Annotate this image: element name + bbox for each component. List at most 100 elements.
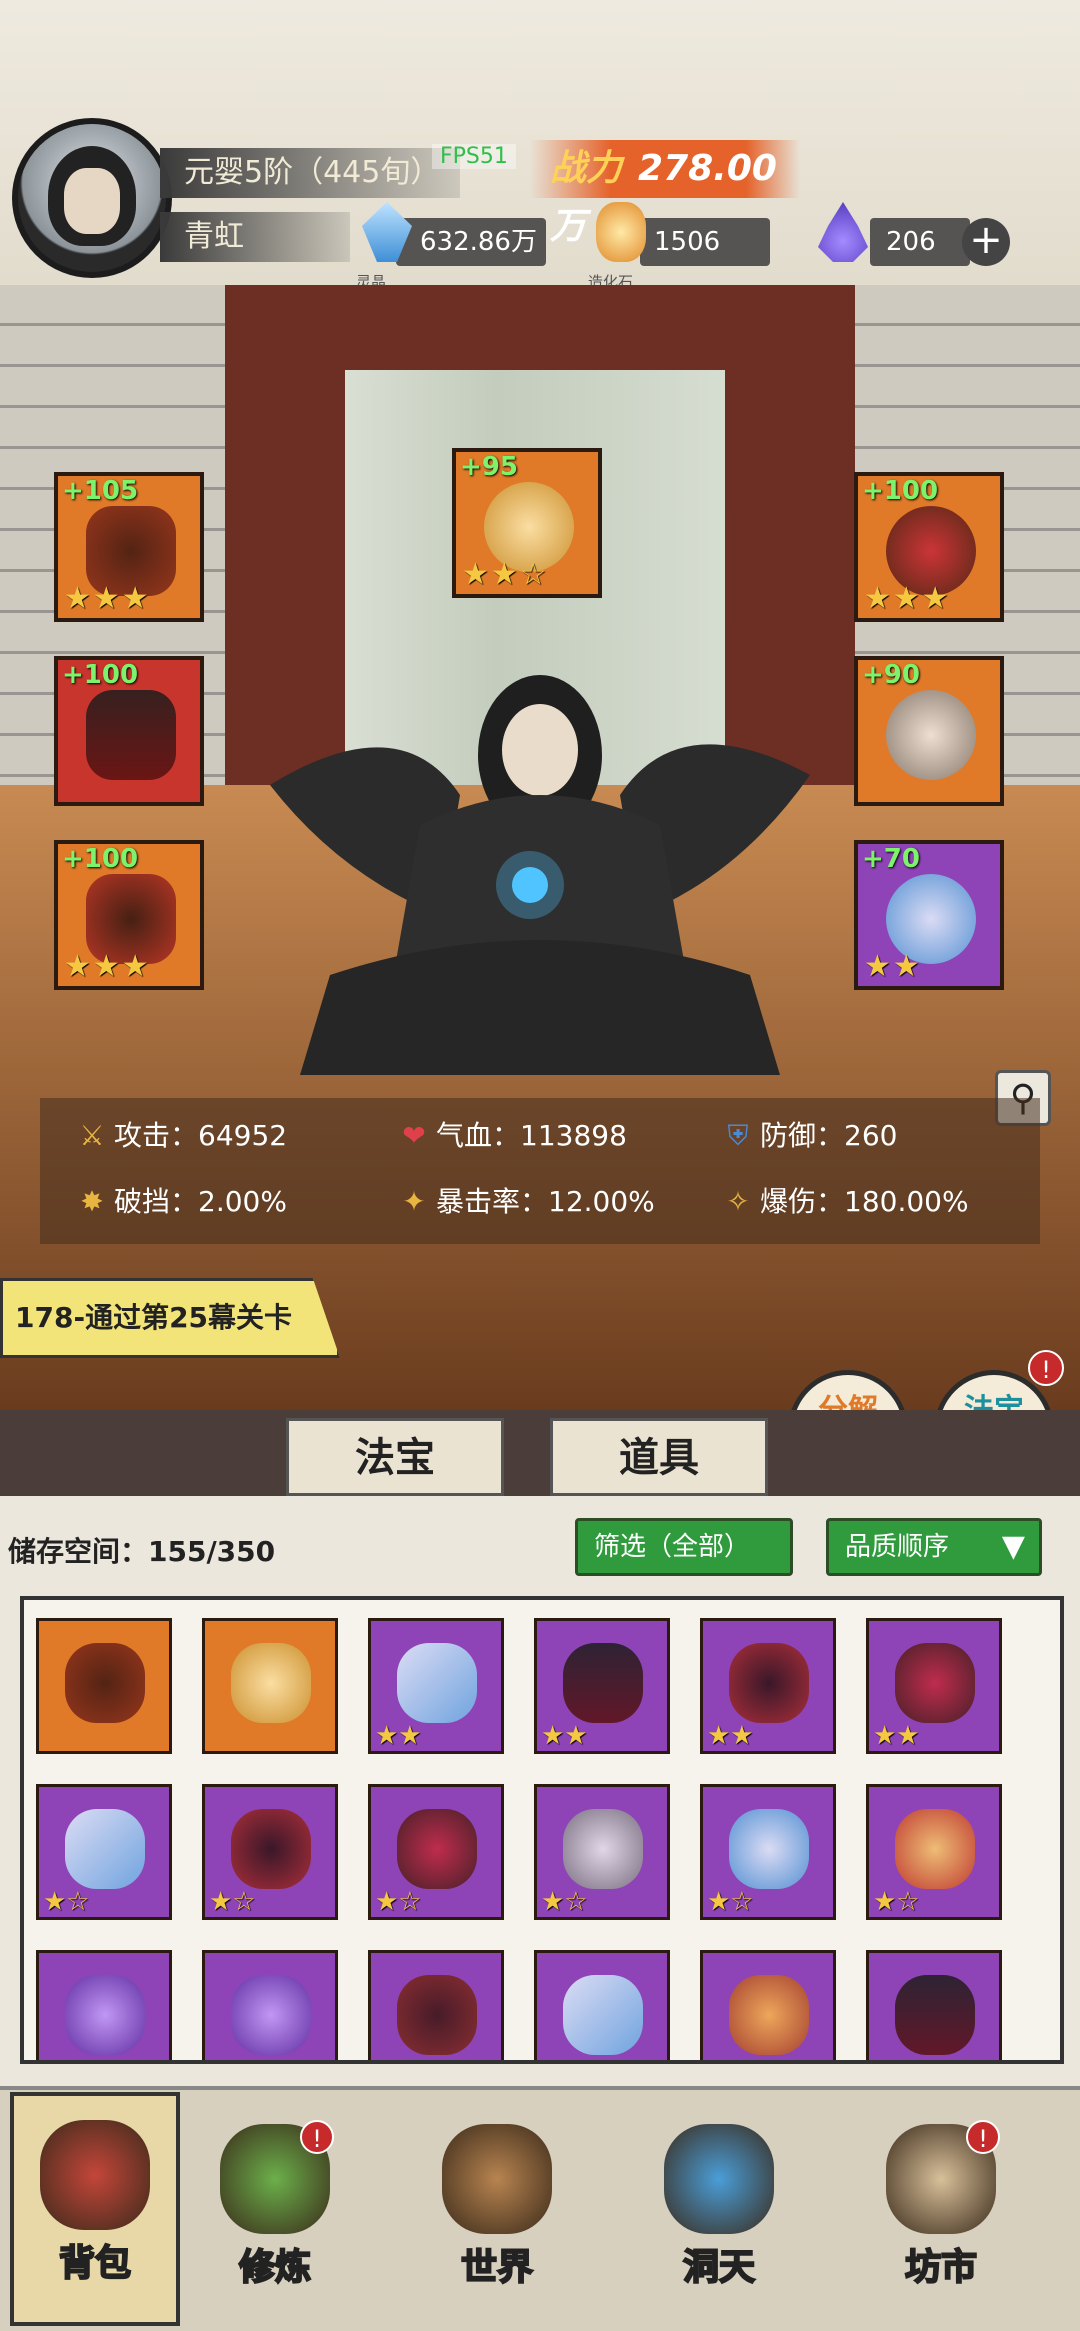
star-rating: ★★★ — [64, 949, 151, 984]
character-figure — [270, 675, 810, 1075]
inventory-item[interactable]: ★☆ — [700, 1784, 836, 1920]
stat-defense: ⛨ 防御：260 — [720, 1116, 897, 1156]
equip-slot-treasure[interactable]: +95 ★★☆ — [452, 448, 602, 598]
inventory-item[interactable]: ★★ — [700, 1618, 836, 1754]
stat-break: ✸ 破挡：2.00% — [74, 1182, 287, 1222]
inventory-item[interactable]: ★☆ — [202, 1784, 338, 1920]
enhance-level: +90 — [862, 660, 920, 690]
inventory-item[interactable]: ★★ — [866, 1618, 1002, 1754]
inventory-item[interactable] — [202, 1618, 338, 1754]
sword-icon: ⚔ — [79, 1119, 105, 1152]
nav-label: 世界 — [460, 2246, 534, 2289]
star-rating: ★★☆ — [462, 557, 549, 592]
enhance-level: +100 — [62, 660, 139, 690]
nav-label: 洞天 — [682, 2246, 756, 2289]
sort-dropdown[interactable]: 品质顺序 ▼ — [826, 1518, 1042, 1576]
tab-items[interactable]: 道具 — [550, 1418, 768, 1496]
resource-spirit-value: 206 — [886, 227, 936, 257]
storage-capacity: 储存空间：155/350 — [8, 1535, 276, 1568]
inventory-item[interactable]: ★☆ — [368, 1784, 504, 1920]
resource-crystal[interactable]: 灵晶 632.86万 — [356, 202, 546, 291]
jade-pendant-icon — [886, 690, 976, 780]
jade-pendant-icon — [563, 1809, 643, 1889]
inventory-item[interactable]: ★☆ — [866, 1784, 1002, 1920]
notification-badge: ! — [300, 2120, 334, 2154]
filter-dropdown[interactable]: 筛选（全部） — [575, 1518, 793, 1576]
inventory-item[interactable] — [36, 1618, 172, 1754]
enhance-level: +70 — [862, 844, 920, 874]
ice-ring-icon — [729, 1809, 809, 1889]
equip-slot-armor[interactable]: +100 — [54, 656, 204, 806]
resource-stone[interactable]: 造化石 1506 — [588, 202, 770, 291]
crit-damage-icon: ✧ — [726, 1185, 750, 1218]
claw-weapon-icon — [397, 1975, 477, 2055]
robe-armor-icon — [86, 690, 176, 780]
equip-slot-bracelet[interactable]: +70 ★★ — [854, 840, 1004, 990]
equip-slot-weapon[interactable]: +105 ★★★ — [54, 472, 204, 622]
scroll-map-icon — [442, 2124, 552, 2234]
inventory-grid[interactable]: ★★ ★★ ★★ ★★ ★☆ ★☆ ★☆ ★☆ ★☆ ★☆ — [20, 1596, 1064, 2064]
break-icon: ✸ — [80, 1185, 104, 1218]
inventory-item[interactable] — [534, 1950, 670, 2060]
shield-icon: ⛨ — [727, 1119, 749, 1152]
sword-icon — [65, 1809, 145, 1889]
nav-label: 坊市 — [904, 2246, 978, 2289]
nav-item-0[interactable]: 背包 — [10, 2092, 180, 2326]
inventory-item[interactable] — [866, 1950, 1002, 2060]
portal-icon — [664, 2124, 774, 2234]
inventory-item[interactable] — [368, 1950, 504, 2060]
inventory-item[interactable]: ★★ — [368, 1618, 504, 1754]
stat-hp: ❤ 气血：113898 — [396, 1116, 627, 1156]
combat-power-label: 战力 — [550, 148, 623, 189]
crown-ring-icon — [895, 1643, 975, 1723]
player-avatar[interactable] — [12, 118, 172, 278]
nav-item-2[interactable]: 世界 — [412, 2100, 582, 2300]
notification-badge: ! — [966, 2120, 1000, 2154]
star-rating: ★★★ — [64, 581, 151, 616]
star-rating: ★★ — [541, 1721, 588, 1751]
claw-weapon-icon — [65, 1643, 145, 1723]
boots-icon — [729, 1643, 809, 1723]
star-rating: ★☆ — [707, 1887, 754, 1917]
star-rating: ★☆ — [209, 1887, 256, 1917]
inventory-item[interactable]: ★☆ — [534, 1784, 670, 1920]
bag-icon — [40, 2120, 150, 2230]
enhance-level: +105 — [62, 476, 139, 506]
axe-icon — [729, 1975, 809, 2055]
realm-label: 元婴5阶（445旬） — [160, 148, 460, 198]
player-name: 青虹 — [160, 212, 350, 262]
stats-panel: ⚔ 攻击：64952 ❤ 气血：113898 ⛨ 防御：260 ✸ 破挡：2.00% ✦… — [40, 1098, 1040, 1244]
equip-slot-boots[interactable]: +100 ★★★ — [54, 840, 204, 990]
star-rating: ★☆ — [541, 1887, 588, 1917]
stat-crit-damage: ✧ 爆伤：180.00% — [720, 1182, 968, 1222]
inventory-item[interactable]: ★★ — [534, 1618, 670, 1754]
robe-armor-icon — [895, 1975, 975, 2055]
star-rating: ★☆ — [375, 1887, 422, 1917]
add-resource-button[interactable]: + — [962, 218, 1010, 266]
fire-ring-icon — [895, 1809, 975, 1889]
orb-icon — [65, 1975, 145, 2055]
star-rating: ★★ — [375, 1721, 422, 1751]
equip-slot-pendant[interactable]: +90 — [854, 656, 1004, 806]
enhance-level: +95 — [460, 452, 518, 482]
sword-icon — [397, 1643, 477, 1723]
inventory-item[interactable] — [202, 1950, 338, 2060]
quest-banner[interactable]: 178-通过第25幕关卡 — [0, 1278, 340, 1358]
nav-item-1[interactable]: 修炼! — [190, 2100, 360, 2300]
stone-icon — [596, 202, 646, 262]
nav-item-4[interactable]: 坊市! — [856, 2100, 1026, 2300]
enhance-level: +100 — [62, 844, 139, 874]
resource-spirit[interactable]: 206 — [818, 202, 970, 266]
equip-slot-ring[interactable]: +100 ★★★ — [854, 472, 1004, 622]
star-rating: ★★ — [707, 1721, 754, 1751]
stat-crit-rate: ✦ 暴击率：12.00% — [396, 1182, 655, 1222]
inventory-item[interactable] — [700, 1950, 836, 2060]
stat-attack: ⚔ 攻击：64952 — [74, 1116, 287, 1156]
orb-icon — [231, 1975, 311, 2055]
inventory-item[interactable]: ★☆ — [36, 1784, 172, 1920]
inventory-item[interactable] — [36, 1950, 172, 2060]
tab-treasure[interactable]: 法宝 — [286, 1418, 504, 1496]
nav-item-3[interactable]: 洞天 — [634, 2100, 804, 2300]
boots-icon — [231, 1809, 311, 1889]
sword-icon — [563, 1975, 643, 2055]
